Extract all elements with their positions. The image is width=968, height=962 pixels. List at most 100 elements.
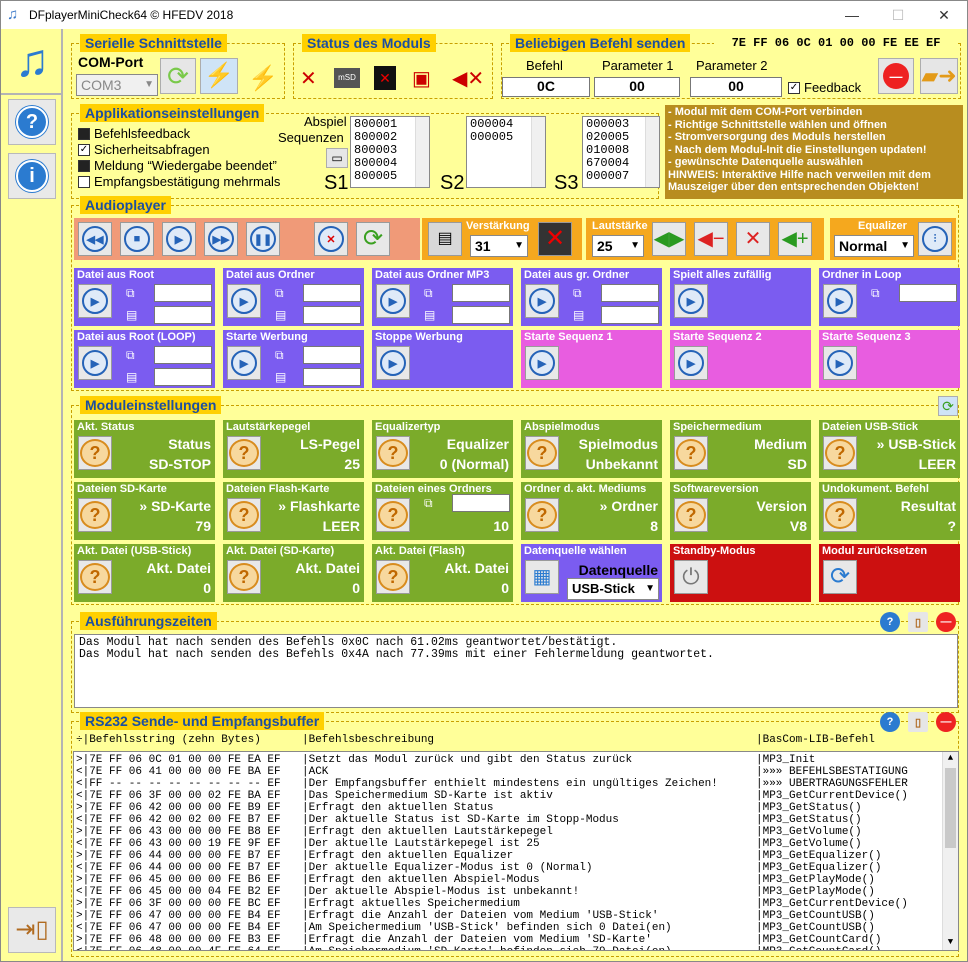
scroll-up-icon[interactable]: ▲ <box>943 752 958 766</box>
audio-tile-field-b[interactable]: 1 <box>154 306 212 324</box>
stop-button[interactable]: ■ <box>120 222 154 256</box>
help-button[interactable]: ? <box>8 99 56 145</box>
rewind-button[interactable]: ◀◀ <box>78 222 112 256</box>
audio-play-button[interactable]: ▶ <box>376 346 410 380</box>
audio-play-button[interactable]: ▶ <box>376 284 410 318</box>
module-query-button[interactable]: ? <box>525 498 559 532</box>
volume-down-button[interactable]: ◀− <box>694 222 728 256</box>
module-query-button[interactable]: ⏻ <box>674 560 708 594</box>
com-port-select[interactable]: COM3 ▼ <box>76 74 158 96</box>
module-query-button[interactable]: ? <box>674 498 708 532</box>
audio-play-button[interactable]: ▶ <box>78 284 112 318</box>
module-query-button[interactable]: ? <box>78 436 112 470</box>
module-query-button[interactable]: ? <box>227 436 261 470</box>
audio-play-button[interactable]: ▶ <box>525 346 559 380</box>
audio-tile-field-a[interactable]: ROOT <box>154 284 212 302</box>
opt-meldung[interactable]: Meldung “Wiedergabe beendet” <box>78 158 277 173</box>
module-query-button[interactable]: ? <box>376 436 410 470</box>
play-button[interactable]: ▶ <box>162 222 196 256</box>
cancel-command-button[interactable]: — <box>878 58 914 94</box>
module-query-button[interactable]: ? <box>376 560 410 594</box>
module-query-button[interactable]: ? <box>823 436 857 470</box>
module-query-button[interactable]: ? <box>78 560 112 594</box>
module-query-button[interactable]: ? <box>674 436 708 470</box>
exit-button[interactable]: ⇥▯ <box>8 907 56 953</box>
audio-play-button[interactable]: ▶ <box>674 284 708 318</box>
audio-play-button[interactable]: ▶ <box>823 346 857 380</box>
send-command-button[interactable]: ▰➜ <box>920 58 958 94</box>
maximize-button[interactable]: ☐ <box>875 1 921 29</box>
scroll-thumb[interactable] <box>945 768 956 848</box>
amplifier-button[interactable]: ▤ <box>428 222 462 256</box>
audio-tile-field-a[interactable]: 1 <box>899 284 957 302</box>
module-query-button[interactable]: ? <box>227 498 261 532</box>
sequence-1-list[interactable]: 800001 800002 800003 800004 800005 <box>350 116 430 188</box>
sequence-3-list[interactable]: 000003 020005 010008 670004 000007 <box>582 116 660 188</box>
gain-select[interactable]: 31 ▼ <box>470 235 528 257</box>
no-repeat-button[interactable]: ✕ <box>314 222 348 256</box>
module-query-button[interactable]: ? <box>78 498 112 532</box>
audio-tile-field-b[interactable]: 1 <box>601 306 659 324</box>
module-refresh-button[interactable]: ⟳ <box>938 396 958 416</box>
feedback-checkbox[interactable]: ✓ Feedback <box>788 80 861 95</box>
exec-export-button[interactable]: ▯ <box>908 612 928 632</box>
equalizer-select[interactable]: Normal ▼ <box>834 235 914 257</box>
exec-log[interactable]: Das Modul hat nach senden des Befehls 0x… <box>74 634 958 708</box>
info-button[interactable]: i <box>8 153 56 199</box>
volume-set-button[interactable]: ◀▶ <box>652 222 686 256</box>
audio-play-button[interactable]: ▶ <box>823 284 857 318</box>
audio-tile-field-b[interactable]: 1 <box>154 368 212 386</box>
rs232-clear-button[interactable]: — <box>936 712 956 732</box>
scrollbar[interactable] <box>531 117 545 187</box>
exec-clear-button[interactable]: — <box>936 612 956 632</box>
audio-tile-field-a[interactable]: 1 <box>303 284 361 302</box>
folder-number-input[interactable]: 1 <box>452 494 510 512</box>
befehl-input[interactable]: 0C <box>502 77 590 97</box>
audio-play-button[interactable]: ▶ <box>227 346 261 380</box>
scroll-down-icon[interactable]: ▼ <box>943 936 958 950</box>
module-query-button[interactable]: ? <box>376 498 410 532</box>
scrollbar[interactable] <box>415 117 429 187</box>
audio-tile-field-b[interactable]: 1 <box>303 306 361 324</box>
param2-input[interactable]: 00 <box>690 77 782 97</box>
disconnect-plug-icon[interactable]: ⚡ <box>248 64 278 93</box>
audio-play-button[interactable]: ▶ <box>227 284 261 318</box>
repeat-button[interactable]: ⟳ <box>356 222 390 256</box>
audio-play-button[interactable]: ▶ <box>674 346 708 380</box>
rs232-help-button[interactable]: ? <box>880 712 900 732</box>
datasource-select[interactable]: USB-Stick ▼ <box>567 578 659 600</box>
opt-empfangsbestaetigung[interactable]: Empfangsbestätigung mehrmals <box>78 174 280 189</box>
minimize-button[interactable]: — <box>829 1 875 29</box>
audio-play-button[interactable]: ▶ <box>78 346 112 380</box>
param1-input[interactable]: 00 <box>594 77 680 97</box>
amplifier-off-button[interactable]: ✕ <box>538 222 572 256</box>
close-button[interactable]: ✕ <box>921 1 967 29</box>
connect-button[interactable]: ⚡ <box>200 58 238 94</box>
audio-tile-field-a[interactable]: 1 <box>601 284 659 302</box>
edit-sequences-button[interactable]: ▭ <box>326 148 348 168</box>
forward-button[interactable]: ▶▶ <box>204 222 238 256</box>
volume-up-button[interactable]: ◀+ <box>778 222 812 256</box>
opt-sicherheitsabfragen[interactable]: ✓ Sicherheitsabfragen <box>78 142 210 157</box>
module-query-button[interactable]: ? <box>525 436 559 470</box>
module-query-button[interactable]: ? <box>823 498 857 532</box>
audio-tile-field-a[interactable]: Advert <box>303 346 361 364</box>
module-query-button[interactable]: ? <box>227 560 261 594</box>
audio-play-button[interactable]: ▶ <box>525 284 559 318</box>
audio-tile-field-a[interactable]: MP3 <box>452 284 510 302</box>
equalizer-button[interactable]: ⫶ <box>918 222 952 256</box>
rs232-export-button[interactable]: ▯ <box>908 712 928 732</box>
audio-tile-field-b[interactable]: 1 <box>452 306 510 324</box>
mute-button[interactable]: ✕ <box>736 222 770 256</box>
module-query-button[interactable]: ⟳ <box>823 560 857 594</box>
sequence-2-list[interactable]: 000004 000005 <box>466 116 546 188</box>
scrollbar[interactable]: ▲ ▼ <box>942 752 958 950</box>
volume-select[interactable]: 25 ▼ <box>592 235 644 257</box>
pause-button[interactable]: ❚❚ <box>246 222 280 256</box>
rs232-log[interactable]: >|7E FF 06 0C 01 00 00 FE EA EF |Setzt da… <box>73 751 959 951</box>
module-query-button[interactable]: ▦ <box>525 560 559 594</box>
audio-tile-field-a[interactable]: ROOT <box>154 346 212 364</box>
opt-befehlsfeedback[interactable]: Befehlsfeedback <box>78 126 190 141</box>
scrollbar[interactable] <box>645 117 659 187</box>
exec-help-button[interactable]: ? <box>880 612 900 632</box>
